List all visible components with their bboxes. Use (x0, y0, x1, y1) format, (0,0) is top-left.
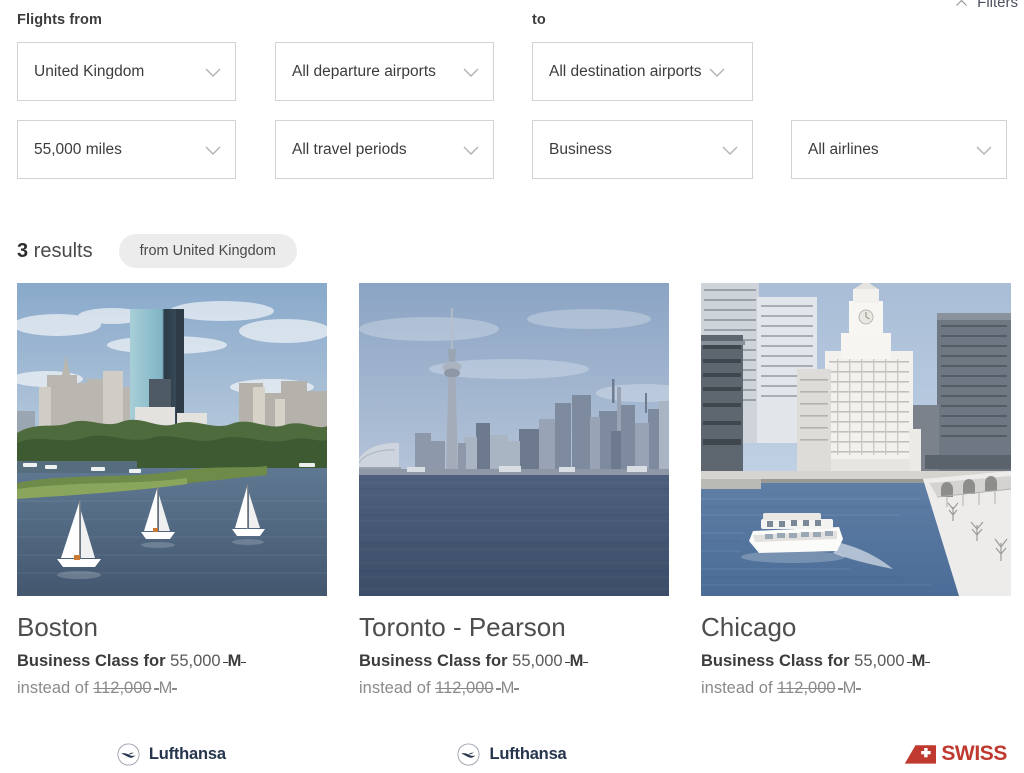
origin-country-value: United Kingdom (34, 63, 145, 80)
miles-symbol-icon: M (222, 651, 247, 672)
filter-row-1: United Kingdom All departure airports Al… (17, 42, 1007, 101)
award-price-prefix: Business Class for (359, 652, 513, 671)
chevron-down-icon (460, 65, 482, 79)
original-price-line: instead of 112,000 M (17, 678, 327, 699)
lufthansa-logo: Lufthansa (117, 742, 226, 766)
miles-symbol-icon: M (495, 678, 520, 699)
original-price-amount: 112,000 (93, 678, 152, 697)
result-card[interactable]: Chicago Business Class for 55,000 M inste… (701, 283, 1011, 699)
filters-label: Filters (977, 0, 1018, 11)
award-price-line: Business Class for 55,000 M (359, 651, 669, 672)
award-price-line: Business Class for 55,000 M (701, 651, 1011, 672)
destination-airports-value: All destination airports (549, 63, 702, 80)
airlines-value: All airlines (808, 141, 879, 158)
origin-country-select[interactable]: United Kingdom (17, 42, 236, 101)
destination-city: Toronto - Pearson (359, 612, 566, 642)
label-flights-from: Flights from (17, 12, 102, 28)
lufthansa-logo: Lufthansa (457, 742, 567, 766)
original-price-line: instead of 112,000 M (359, 678, 669, 699)
miles-value: 55,000 miles (34, 141, 122, 158)
original-price-prefix: instead of (359, 678, 436, 697)
chevron-down-icon (973, 143, 995, 157)
lufthansa-crane-icon (117, 742, 140, 766)
label-to: to (532, 12, 546, 28)
cabin-class-value: Business (549, 141, 612, 158)
airline-logos-row: Lufthansa Lufthansa SWISS (17, 739, 1007, 769)
cabin-class-select[interactable]: Business (532, 120, 753, 179)
miles-symbol-icon: M (837, 678, 862, 699)
award-price-line: Business Class for 55,000 M (17, 651, 327, 672)
chicago-river-wrigley-building-photo[interactable] (701, 283, 1011, 596)
chevron-up-icon (955, 0, 968, 10)
miles-symbol-icon: M (153, 678, 178, 699)
award-price-prefix: Business Class for (17, 652, 171, 671)
lufthansa-wordmark: Lufthansa (489, 744, 567, 763)
chevron-down-icon (719, 143, 741, 157)
miles-select[interactable]: 55,000 miles (17, 120, 236, 179)
filter-labels-row: Flights from to (17, 12, 1007, 34)
airline-logo-slot: Lufthansa (358, 739, 667, 769)
chevron-down-icon (202, 65, 224, 79)
original-price-prefix: instead of (701, 678, 778, 697)
results-count: 3 results (17, 240, 93, 263)
original-price-amount: 112,000 (435, 678, 494, 697)
original-price-prefix: instead of (17, 678, 94, 697)
award-price-prefix: Business Class for (701, 652, 855, 671)
original-price-line: instead of 112,000 M (701, 678, 1011, 699)
filters-toggle[interactable]: Filters (955, 0, 1018, 11)
boston-skyline-charles-river-photo[interactable] (17, 283, 327, 596)
chevron-down-icon (706, 65, 728, 79)
swiss-wordmark: SWISS (941, 742, 1008, 765)
award-price-amount: 55,000 (854, 652, 905, 671)
airline-logo-slot: Lufthansa (17, 739, 326, 769)
original-price-amount: 112,000 (777, 678, 836, 697)
result-card[interactable]: Boston Business Class for 55,000 M instea… (17, 283, 327, 699)
lufthansa-wordmark: Lufthansa (148, 744, 226, 763)
filter-form: Flights from to United Kingdom All depar… (17, 12, 1007, 179)
departure-airports-value: All departure airports (292, 63, 436, 80)
destination-city: Chicago (701, 612, 797, 642)
lufthansa-crane-icon (457, 742, 481, 766)
departure-airports-select[interactable]: All departure airports (275, 42, 494, 101)
destination-city: Boston (17, 612, 98, 642)
swiss-tailfin-icon (904, 744, 937, 765)
filter-row-2: 55,000 miles All travel periods Business (17, 120, 1007, 179)
award-price-amount: 55,000 (512, 652, 563, 671)
airline-logo-slot: SWISS (698, 739, 1007, 769)
result-card[interactable]: Toronto - Pearson Business Class for 55,… (359, 283, 669, 699)
results-header: 3 results from United Kingdom (17, 234, 297, 268)
miles-symbol-icon: M (564, 651, 589, 672)
award-price-amount: 55,000 (170, 652, 221, 671)
airlines-select[interactable]: All airlines (791, 120, 1007, 179)
chevron-down-icon (202, 143, 224, 157)
results-grid: Boston Business Class for 55,000 M instea… (17, 283, 1011, 699)
swiss-logo: SWISS (904, 742, 1007, 766)
chevron-down-icon (460, 143, 482, 157)
results-count-number: 3 (17, 239, 29, 262)
miles-symbol-icon: M (906, 651, 931, 672)
filter-chip-origin[interactable]: from United Kingdom (118, 234, 297, 268)
results-count-suffix: results (28, 239, 93, 262)
travel-periods-value: All travel periods (292, 141, 407, 158)
destination-airports-select[interactable]: All destination airports (532, 42, 753, 101)
flight-award-search-page: Filters Flights from to United Kingdom A… (0, 0, 1024, 773)
travel-periods-select[interactable]: All travel periods (275, 120, 494, 179)
toronto-skyline-cn-tower-photo[interactable] (359, 283, 669, 596)
